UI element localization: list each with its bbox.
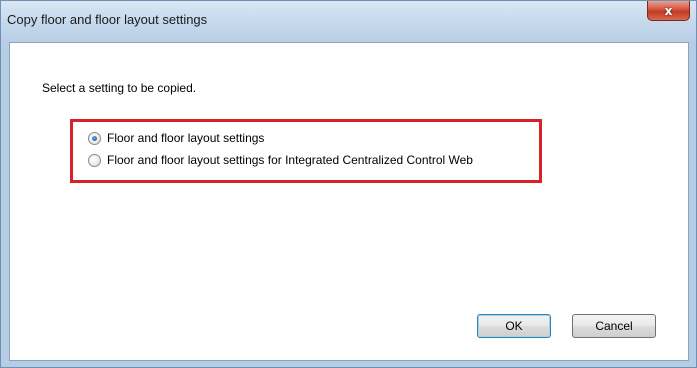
- cancel-button[interactable]: Cancel: [572, 314, 656, 338]
- radio-button-unchecked[interactable]: [88, 153, 101, 167]
- instruction-text: Select a setting to be copied.: [42, 81, 197, 95]
- option-label: Floor and floor layout settings for Inte…: [107, 153, 473, 167]
- option-label: Floor and floor layout settings: [107, 131, 265, 145]
- dialog-title: Copy floor and floor layout settings: [7, 12, 208, 27]
- option-floor-layout-settings-integrated-web[interactable]: Floor and floor layout settings for Inte…: [88, 153, 473, 167]
- close-button[interactable]: x: [647, 1, 690, 21]
- option-floor-layout-settings[interactable]: Floor and floor layout settings: [88, 131, 264, 145]
- dialog-window: Copy floor and floor layout settings x: [0, 0, 697, 368]
- radio-button-checked[interactable]: [88, 131, 101, 145]
- close-icon: x: [664, 3, 673, 18]
- title-bar[interactable]: Copy floor and floor layout settings x: [1, 1, 696, 41]
- ok-button[interactable]: OK: [477, 314, 551, 338]
- options-highlight-box: [70, 119, 542, 183]
